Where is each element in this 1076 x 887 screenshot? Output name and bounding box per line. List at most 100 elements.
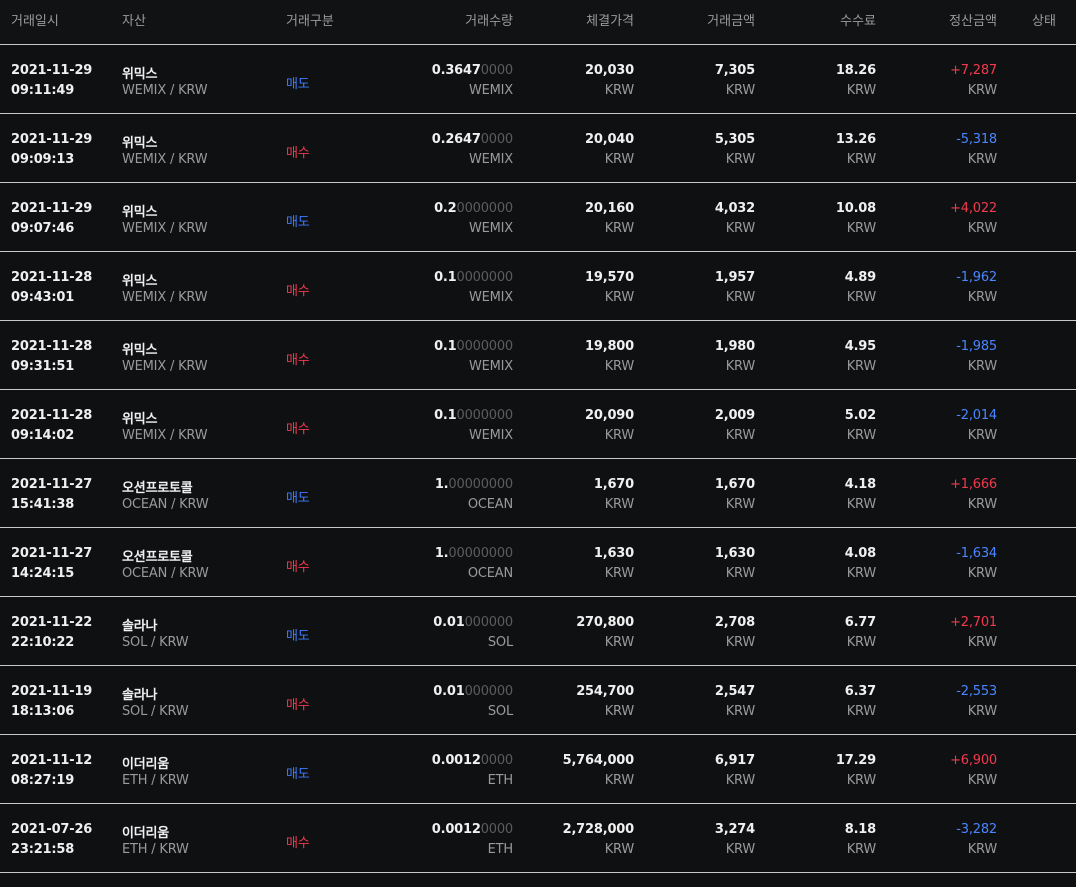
settle-amount: -1,634 [956, 546, 997, 561]
trade-price-unit: KRW [604, 635, 634, 650]
trade-date: 2021-11-28 [11, 408, 93, 423]
trade-qty-main: 0.0012 [431, 822, 481, 837]
header-fee[interactable]: 수수료 [840, 10, 876, 29]
trade-qty-main: 1. [434, 477, 449, 492]
asset-pair: ETH / KRW [122, 842, 189, 857]
asset-name: 위믹스 [122, 343, 158, 358]
trade-qty: 0.10000000 [434, 339, 513, 354]
settle-amount: +2,701 [950, 615, 997, 630]
trade-qty: 0.20000000 [434, 201, 513, 216]
trade-fee-unit: KRW [846, 290, 876, 305]
trade-qty-trailing-zeros: 00000000 [448, 477, 513, 492]
trade-price-unit: KRW [604, 83, 634, 98]
trade-price-unit: KRW [604, 221, 634, 236]
trade-qty-main: 0.1 [434, 270, 457, 285]
header-status[interactable]: 상태 [1032, 10, 1056, 29]
asset-name: 오션프로토콜 [122, 481, 193, 496]
trade-qty-unit: WEMIX [468, 152, 513, 167]
trade-time: 23:21:58 [11, 842, 75, 857]
trade-fee-unit: KRW [846, 704, 876, 719]
trade-qty-trailing-zeros: 0000000 [456, 339, 514, 354]
trade-side-badge: 매수 [286, 560, 310, 575]
trade-qty: 0.01000000 [433, 615, 513, 630]
trade-side-badge: 매도 [286, 491, 310, 506]
trade-side-badge: 매도 [286, 77, 310, 92]
asset-pair: SOL / KRW [122, 635, 189, 650]
trade-fee: 10.08 [835, 201, 876, 216]
table-row[interactable]: 2021-11-19 18:13:06 솔라나 SOL / KRW 매수 0.010000… [0, 666, 1076, 735]
asset-pair: SOL / KRW [122, 704, 189, 719]
trade-side-badge: 매도 [286, 215, 310, 230]
trade-fee: 6.37 [844, 684, 876, 699]
trade-qty-unit: OCEAN [467, 566, 513, 581]
trade-qty-unit: SOL [487, 635, 513, 650]
asset-pair: OCEAN / KRW [122, 497, 209, 512]
trade-amount: 1,980 [714, 339, 755, 354]
trade-qty-unit: SOL [487, 704, 513, 719]
trade-fee-unit: KRW [846, 497, 876, 512]
trade-price: 1,630 [593, 546, 634, 561]
trade-price: 2,728,000 [562, 822, 635, 837]
table-row[interactable]: 2021-11-28 09:14:02 위믹스 WEMIX / KRW 매수 0.1000… [0, 390, 1076, 459]
header-price[interactable]: 체결가격 [586, 10, 634, 29]
table-header: 거래일시 자산 거래구분 거래수량 체결가격 거래금액 수수료 정산금액 상태 [0, 0, 1076, 45]
trade-amount-unit: KRW [725, 704, 755, 719]
trade-fee: 4.18 [844, 477, 876, 492]
table-row[interactable]: 2021-11-27 15:41:38 오션프로토콜 OCEAN / KRW 매도 1.0… [0, 459, 1076, 528]
trade-time: 09:11:49 [11, 83, 75, 98]
trade-amount: 6,917 [714, 753, 755, 768]
settle-amount: -2,014 [956, 408, 997, 423]
trade-amount: 5,305 [714, 132, 755, 147]
trade-qty-trailing-zeros: 0000 [480, 753, 513, 768]
trade-amount-unit: KRW [725, 221, 755, 236]
table-row[interactable]: 2021-11-29 09:07:46 위믹스 WEMIX / KRW 매도 0.2000… [0, 183, 1076, 252]
asset-name: 위믹스 [122, 274, 158, 289]
trade-price: 19,800 [585, 339, 634, 354]
settle-unit: KRW [967, 83, 997, 98]
trade-price: 20,030 [585, 63, 634, 78]
table-row[interactable]: 2021-11-28 09:43:01 위믹스 WEMIX / KRW 매수 0.1000… [0, 252, 1076, 321]
trade-qty-unit: WEMIX [468, 83, 513, 98]
table-row[interactable]: 2021-11-29 09:09:13 위믹스 WEMIX / KRW 매수 0.2647… [0, 114, 1076, 183]
trade-side-badge: 매도 [286, 629, 310, 644]
trade-date: 2021-11-29 [11, 132, 93, 147]
trade-qty: 0.01000000 [433, 684, 513, 699]
header-asset[interactable]: 자산 [122, 10, 146, 29]
trade-qty: 1.00000000 [435, 546, 513, 561]
header-settle[interactable]: 정산금액 [949, 10, 997, 29]
table-row[interactable]: 2021-07-26 23:21:58 이더리움 ETH / KRW 매수 0.00120… [0, 804, 1076, 873]
trade-date: 2021-11-28 [11, 270, 93, 285]
settle-amount: -2,553 [956, 684, 997, 699]
trade-price: 20,090 [585, 408, 634, 423]
trade-side-badge: 매수 [286, 836, 310, 851]
trade-price: 254,700 [576, 684, 634, 699]
settle-unit: KRW [967, 773, 997, 788]
trade-time: 09:14:02 [11, 428, 75, 443]
trade-price: 5,764,000 [562, 753, 635, 768]
header-side[interactable]: 거래구분 [286, 10, 334, 29]
table-row[interactable]: 2021-11-12 08:27:19 이더리움 ETH / KRW 매도 0.00120… [0, 735, 1076, 804]
trade-qty: 0.26470000 [432, 132, 513, 147]
trade-fee-unit: KRW [846, 773, 876, 788]
trade-time: 14:24:15 [11, 566, 75, 581]
trade-time: 08:27:19 [11, 773, 75, 788]
trade-date: 2021-11-27 [11, 477, 93, 492]
trade-side-badge: 매수 [286, 146, 310, 161]
settle-amount: -1,962 [956, 270, 997, 285]
table-row[interactable]: 2021-11-28 09:31:51 위믹스 WEMIX / KRW 매수 0.1000… [0, 321, 1076, 390]
trade-price: 1,670 [593, 477, 634, 492]
trade-qty-trailing-zeros: 0000 [480, 132, 513, 147]
trade-price-unit: KRW [604, 428, 634, 443]
header-datetime[interactable]: 거래일시 [11, 10, 59, 29]
table-row[interactable]: 2021-11-22 22:10:22 솔라나 SOL / KRW 매도 0.010000… [0, 597, 1076, 666]
table-row[interactable]: 2021-11-27 14:24:15 오션프로토콜 OCEAN / KRW 매수 1.0… [0, 528, 1076, 597]
table-row[interactable]: 2021-11-29 09:11:49 위믹스 WEMIX / KRW 매도 0.3647… [0, 45, 1076, 114]
trade-price: 20,040 [585, 132, 634, 147]
header-amount[interactable]: 거래금액 [707, 10, 755, 29]
table-body: 2021-11-29 09:11:49 위믹스 WEMIX / KRW 매도 0.3647… [0, 45, 1076, 873]
trade-amount: 2,009 [714, 408, 755, 423]
trade-qty-trailing-zeros: 0000000 [456, 408, 514, 423]
header-qty[interactable]: 거래수량 [465, 10, 513, 29]
asset-pair: WEMIX / KRW [122, 290, 208, 305]
settle-unit: KRW [967, 842, 997, 857]
